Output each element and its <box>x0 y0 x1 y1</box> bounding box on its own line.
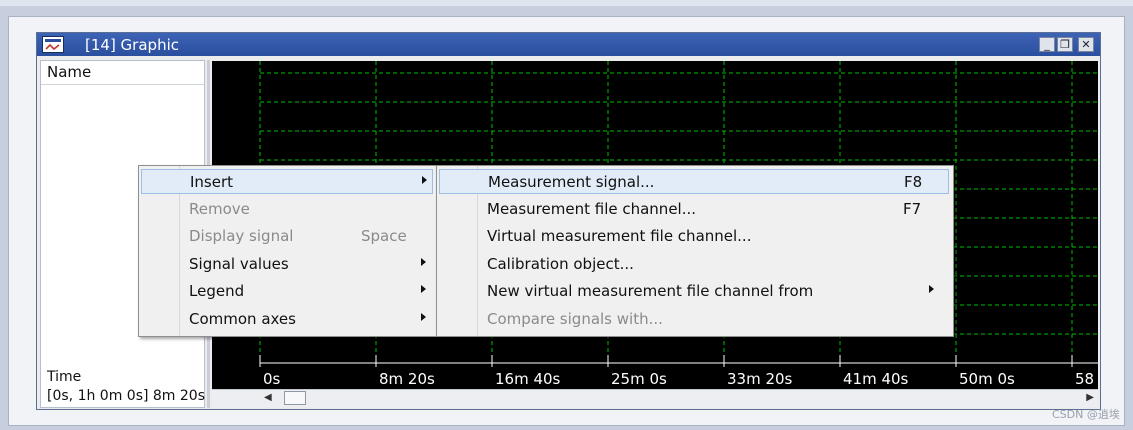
menu-item-shortcut: Space <box>361 227 407 245</box>
scrollbar-thumb[interactable] <box>284 391 306 405</box>
context-menu-item-common-axes[interactable]: Common axes <box>141 307 433 332</box>
time-range-value: [0s, 1h 0m 0s] 8m 20s <box>47 388 205 404</box>
close-button[interactable]: ✕ <box>1078 37 1094 52</box>
time-axis-label: Time <box>47 369 82 385</box>
menu-item-label: Legend <box>189 282 245 300</box>
time-axis-tick-label: 25m 0s <box>611 370 667 388</box>
menu-item-label: New virtual measurement file channel fro… <box>487 282 814 300</box>
insert-submenu-item-virtual-measurement-file-channel[interactable]: Virtual measurement file channel... <box>439 224 949 249</box>
scroll-right-arrow-icon[interactable]: ▶ <box>1086 392 1094 403</box>
time-axis-tick-label: 8m 20s <box>379 370 435 388</box>
context-menu-item-display-signal[interactable]: Display signal Space <box>141 224 433 249</box>
menu-item-label: Display signal <box>189 227 294 245</box>
horizontal-scrollbar[interactable]: ◀ ▶ <box>212 389 1098 407</box>
name-column-header: Name <box>47 63 92 81</box>
submenu-arrow-icon <box>421 312 426 321</box>
menu-item-label: Remove <box>189 199 250 218</box>
menu-item-label: Signal values <box>189 254 289 273</box>
submenu-arrow-icon <box>421 257 426 266</box>
submenu-arrow-icon <box>421 285 426 293</box>
watermark: CSDN @逍埃 <box>1052 408 1120 421</box>
time-axis-tick-label: 58 <box>1075 370 1094 388</box>
context-menu-item-insert[interactable]: Insert <box>141 169 433 194</box>
header-divider <box>41 84 204 85</box>
menu-item-shortcut: F8 <box>904 173 923 191</box>
context-menu-item-legend[interactable]: Legend <box>141 279 433 304</box>
insert-submenu-item-measurement-file-channel[interactable]: Measurement file channel... F7 <box>439 197 949 222</box>
menu-item-shortcut: F7 <box>903 199 922 218</box>
time-axis-tick-label: 16m 40s <box>495 370 561 388</box>
insert-submenu: Measurement signal... F8 Measurement file … <box>436 165 954 337</box>
time-axis-tick-label: 33m 20s <box>727 370 793 388</box>
menu-item-label: Measurement file channel... <box>487 199 697 218</box>
time-axis-tick-label: 0s <box>263 370 281 388</box>
submenu-arrow-icon <box>929 285 934 293</box>
context-menu-item-remove[interactable]: Remove <box>141 197 433 222</box>
menu-item-label: Calibration object... <box>487 254 634 273</box>
time-axis-tick-label: 50m 0s <box>959 370 1015 388</box>
menu-item-label: Compare signals with... <box>487 309 663 328</box>
context-menu: Insert Remove Display signal Space Signal va… <box>138 165 438 337</box>
restore-button[interactable]: ❐ <box>1057 37 1073 52</box>
window-titlebar[interactable]: [14] Graphic _ ❐ ✕ <box>37 33 1100 56</box>
minimize-button[interactable]: _ <box>1039 37 1055 52</box>
insert-submenu-item-measurement-signal[interactable]: Measurement signal... F8 <box>439 169 949 194</box>
submenu-arrow-icon <box>422 176 427 184</box>
window-title: [14] Graphic <box>85 36 179 54</box>
menu-item-label: Insert <box>190 173 234 191</box>
context-menu-item-signal-values[interactable]: Signal values <box>141 252 433 277</box>
scroll-left-arrow-icon[interactable]: ◀ <box>264 392 272 403</box>
insert-submenu-item-new-virtual-measurement-file-channel-from[interactable]: New virtual measurement file channel fro… <box>439 279 949 304</box>
insert-submenu-item-calibration-object[interactable]: Calibration object... <box>439 252 949 277</box>
insert-submenu-item-compare-signals-with[interactable]: Compare signals with... <box>439 307 949 332</box>
outer-top-strip <box>0 0 1133 6</box>
time-axis-tick-label: 41m 40s <box>843 370 909 388</box>
menu-item-label: Measurement signal... <box>488 173 655 191</box>
graphic-window-icon[interactable] <box>42 36 64 53</box>
menu-item-label: Virtual measurement file channel... <box>487 227 752 245</box>
menu-item-label: Common axes <box>189 309 296 328</box>
